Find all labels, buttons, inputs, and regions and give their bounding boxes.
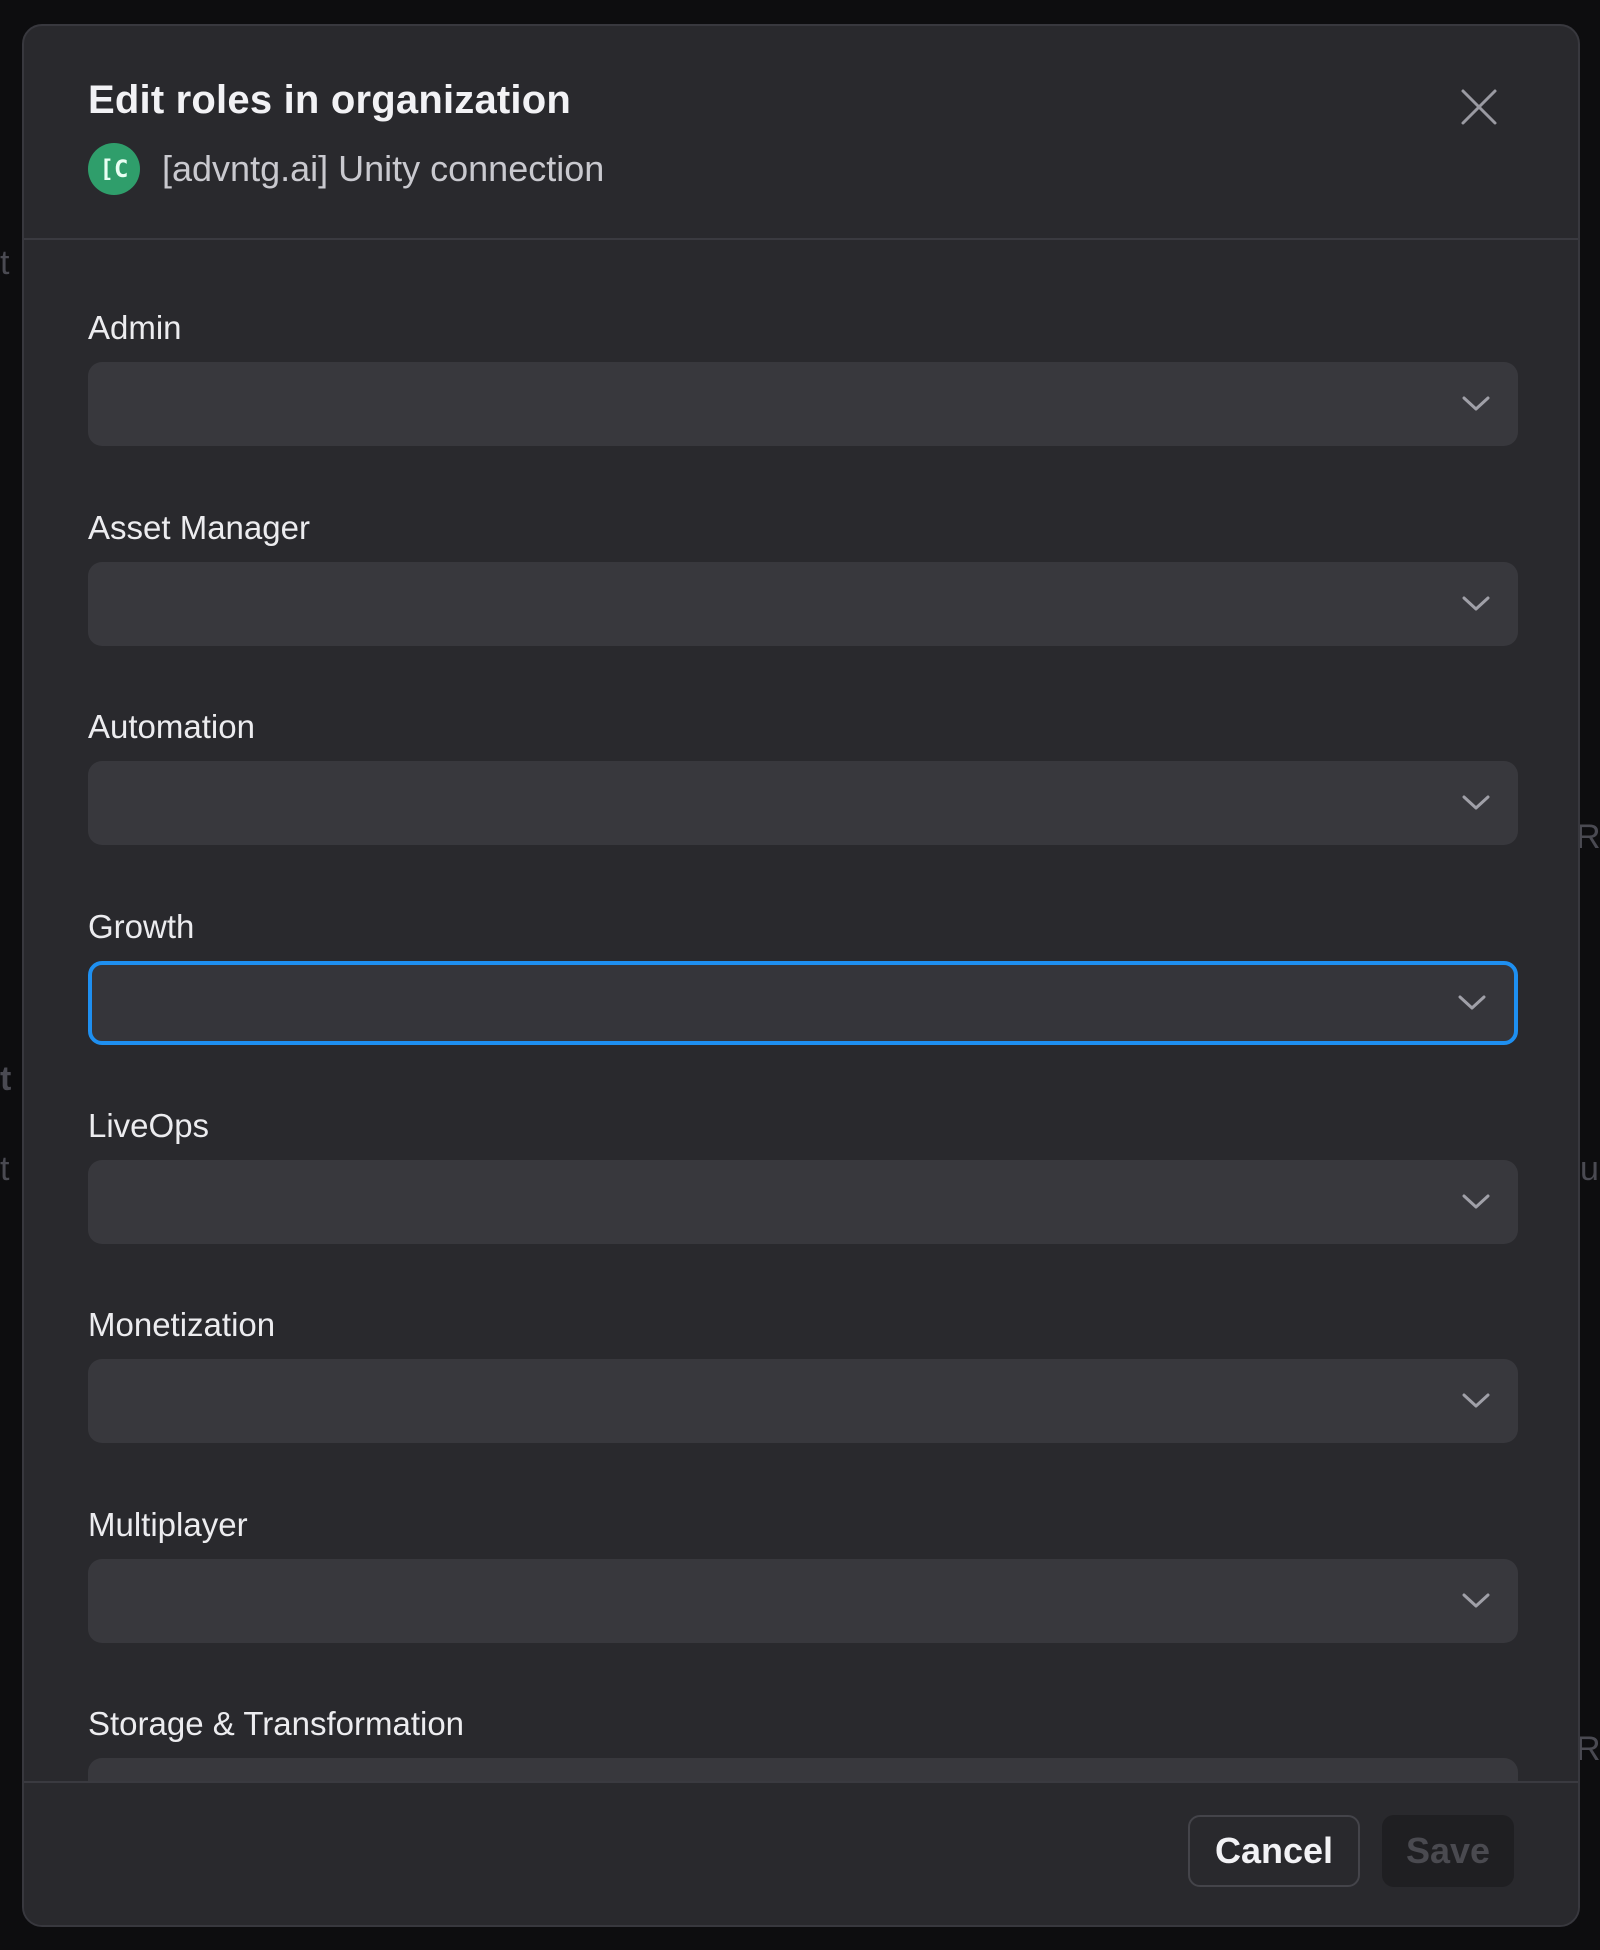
cancel-button[interactable]: Cancel	[1188, 1815, 1360, 1887]
org-avatar: [C	[88, 143, 140, 195]
role-field-asset-manager: Asset Manager	[88, 508, 1518, 646]
chevron-down-icon	[1460, 388, 1492, 420]
role-select-asset-manager[interactable]	[88, 562, 1518, 646]
role-label: Admin	[88, 309, 182, 346]
role-label: Automation	[88, 708, 255, 745]
roles-form: Admin Asset Manager Automation Growth Li	[24, 240, 1578, 1815]
dialog-footer: Cancel Save	[24, 1781, 1578, 1925]
role-select-admin[interactable]	[88, 362, 1518, 446]
chevron-down-icon	[1460, 588, 1492, 620]
organization-row: [C [advntg.ai] Unity connection	[88, 142, 604, 196]
backdrop-fragment: t	[0, 244, 10, 282]
role-label: Monetization	[88, 1306, 276, 1343]
close-button[interactable]	[1454, 82, 1504, 132]
chevron-down-icon	[1460, 787, 1492, 819]
role-select-liveops[interactable]	[88, 1160, 1518, 1244]
role-field-automation: Automation	[88, 707, 1518, 845]
dialog-header: Edit roles in organization [C [advntg.ai…	[24, 26, 1578, 240]
role-select-automation[interactable]	[88, 761, 1518, 845]
role-select-monetization[interactable]	[88, 1359, 1518, 1443]
org-name: [advntg.ai] Unity connection	[162, 148, 605, 189]
backdrop-fragment: t	[0, 1150, 10, 1188]
role-field-multiplayer: Multiplayer	[88, 1505, 1518, 1643]
role-label: LiveOps	[88, 1107, 210, 1144]
close-icon	[1461, 89, 1497, 125]
role-label: Asset Manager	[88, 509, 310, 546]
role-select-multiplayer[interactable]	[88, 1559, 1518, 1643]
edit-roles-dialog: Edit roles in organization [C [advntg.ai…	[22, 24, 1580, 1927]
role-label: Multiplayer	[88, 1506, 248, 1543]
save-button[interactable]: Save	[1382, 1815, 1514, 1887]
role-select-growth[interactable]	[88, 961, 1518, 1045]
role-field-monetization: Monetization	[88, 1305, 1518, 1443]
chevron-down-icon	[1460, 1585, 1492, 1617]
role-field-admin: Admin	[88, 308, 1518, 446]
backdrop-fragment: u	[1580, 1150, 1599, 1188]
role-label: Growth	[88, 908, 195, 945]
role-label: Storage & Transformation	[88, 1705, 465, 1742]
chevron-down-icon	[1460, 1186, 1492, 1218]
chevron-down-icon	[1456, 987, 1488, 1019]
backdrop-fragment: t	[0, 1060, 12, 1098]
role-field-growth: Growth	[88, 907, 1518, 1045]
chevron-down-icon	[1460, 1385, 1492, 1417]
dialog-title: Edit roles in organization	[88, 78, 572, 122]
role-field-liveops: LiveOps	[88, 1106, 1518, 1244]
